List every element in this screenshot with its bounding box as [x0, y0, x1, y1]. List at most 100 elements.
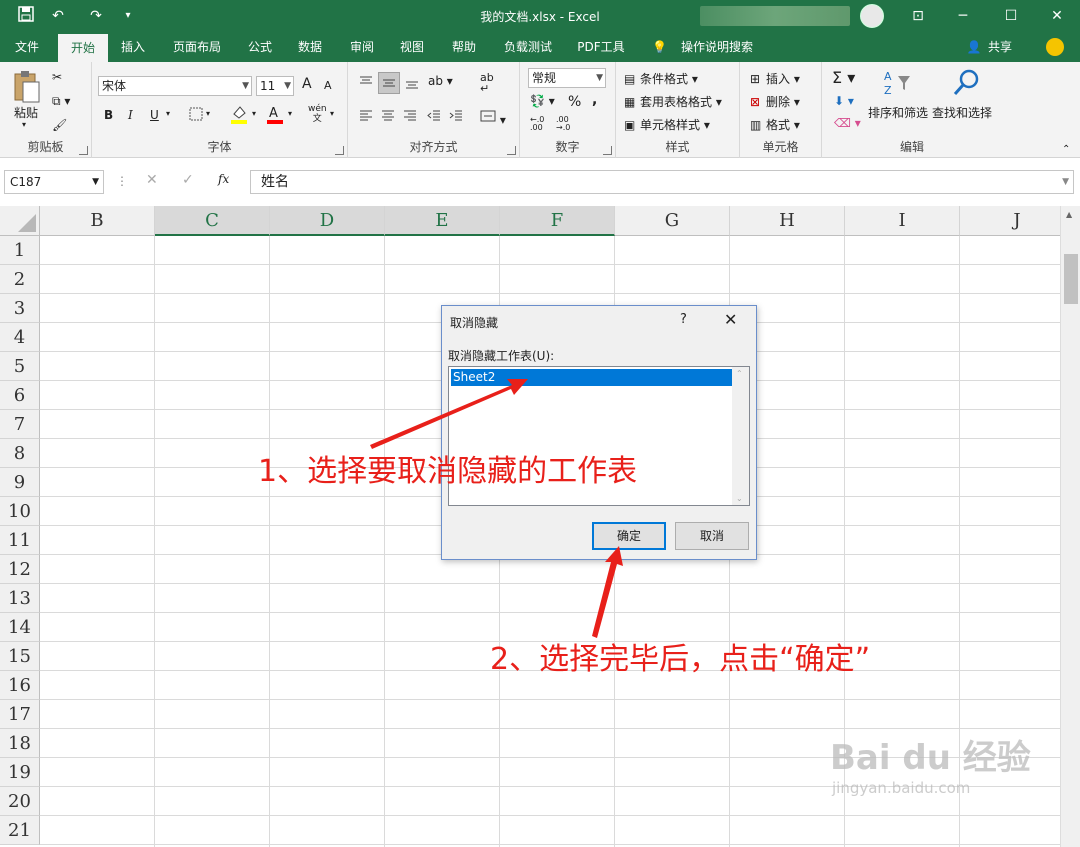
paste-button[interactable]: 粘贴	[14, 104, 38, 121]
tab-pdf-tools[interactable]: PDF工具	[570, 32, 632, 62]
wrap-text-icon[interactable]: ab ↵	[480, 72, 494, 94]
scroll-up-icon[interactable]: ▲	[1066, 210, 1072, 219]
merge-center-icon[interactable]: ▾	[480, 108, 506, 127]
cancel-button[interactable]: 取消	[675, 522, 749, 550]
find-select-icon[interactable]	[952, 68, 982, 101]
row-header-14[interactable]: 14	[0, 613, 40, 642]
minimize-button[interactable]: ─	[940, 4, 986, 28]
column-header-i[interactable]: I	[845, 206, 960, 236]
list-item[interactable]: Sheet2	[450, 368, 734, 387]
format-painter-icon[interactable]: 🖌	[52, 118, 67, 132]
font-size-select[interactable]: 11 ▼	[256, 76, 294, 96]
row-header-6[interactable]: 6	[0, 381, 40, 410]
align-top-icon[interactable]	[358, 74, 374, 93]
number-launcher-icon[interactable]	[603, 146, 612, 155]
find-select-button[interactable]: 查找和选择	[932, 104, 992, 121]
sort-filter-icon[interactable]: AZ	[882, 68, 912, 101]
share-button[interactable]: 共享	[984, 32, 1016, 62]
row-header-3[interactable]: 3	[0, 294, 40, 323]
tab-formulas[interactable]: 公式	[238, 32, 282, 62]
row-header-18[interactable]: 18	[0, 729, 40, 758]
decrease-font-button[interactable]: A	[324, 79, 332, 92]
align-bottom-icon[interactable]	[404, 74, 420, 93]
decrease-decimal-icon[interactable]: .00 →.0	[556, 116, 570, 132]
bold-button[interactable]: B	[104, 108, 113, 122]
scrollbar-thumb[interactable]	[1064, 254, 1078, 304]
tell-me-search[interactable]: 操作说明搜索	[672, 32, 762, 62]
border-icon[interactable]	[188, 106, 204, 125]
chevron-down-icon[interactable]: ⌄	[736, 494, 743, 503]
insert-function-button[interactable]: fx	[218, 172, 229, 186]
save-icon[interactable]	[14, 6, 38, 26]
percent-button[interactable]: %	[568, 94, 581, 110]
underline-dropdown-icon[interactable]: ▾	[166, 109, 170, 118]
clipboard-launcher-icon[interactable]	[79, 146, 88, 155]
insert-button[interactable]: ⊞ 插入 ▾	[750, 70, 800, 88]
tab-home[interactable]: 开始	[58, 32, 108, 62]
column-header-d[interactable]: D	[270, 206, 385, 236]
name-box[interactable]: C187 ▼	[4, 170, 104, 194]
close-window-button[interactable]: ✕	[1034, 4, 1080, 28]
vertical-scrollbar[interactable]: ▲	[1060, 206, 1080, 847]
font-name-select[interactable]: 宋体 ▼	[98, 76, 252, 96]
tab-review[interactable]: 审阅	[340, 32, 384, 62]
column-header-f[interactable]: F	[500, 206, 615, 236]
tab-page-layout[interactable]: 页面布局	[164, 32, 230, 62]
listbox-scrollbar[interactable]: ⌃ ⌄	[732, 367, 749, 505]
increase-decimal-icon[interactable]: ←.0.00	[530, 116, 544, 132]
tab-view[interactable]: 视图	[390, 32, 434, 62]
ribbon-display-icon[interactable]: ⊡	[895, 4, 941, 28]
delete-button[interactable]: ⊠ 删除 ▾	[750, 93, 800, 111]
row-header-7[interactable]: 7	[0, 410, 40, 439]
conditional-format-button[interactable]: ▤ 条件格式 ▾	[624, 70, 698, 88]
row-header-2[interactable]: 2	[0, 265, 40, 294]
column-header-c[interactable]: C	[155, 206, 270, 236]
paste-icon[interactable]	[12, 70, 42, 103]
tab-load-test[interactable]: 负载测试	[496, 32, 560, 62]
tab-insert[interactable]: 插入	[110, 32, 156, 62]
align-left-icon[interactable]	[358, 108, 374, 127]
clear-icon[interactable]: ⌫ ▾	[834, 116, 861, 130]
alignment-launcher-icon[interactable]	[507, 146, 516, 155]
format-as-table-button[interactable]: ▦ 套用表格格式 ▾	[624, 93, 722, 111]
font-color-icon[interactable]: A	[266, 104, 284, 127]
confirm-entry-icon[interactable]: ✓	[182, 172, 194, 188]
collapse-ribbon-icon[interactable]: ⌃	[1062, 144, 1070, 155]
tab-help[interactable]: 帮助	[442, 32, 486, 62]
fill-color-icon[interactable]	[230, 104, 248, 127]
paste-dropdown-icon[interactable]: ▾	[22, 120, 26, 129]
tab-data[interactable]: 数据	[288, 32, 332, 62]
maximize-button[interactable]: ☐	[988, 4, 1034, 28]
chevron-up-icon[interactable]: ⌃	[736, 369, 743, 378]
row-header-8[interactable]: 8	[0, 439, 40, 468]
column-header-b[interactable]: B	[40, 206, 155, 236]
align-right-icon[interactable]	[402, 108, 418, 127]
row-header-4[interactable]: 4	[0, 323, 40, 352]
currency-icon[interactable]: 💱 ▾	[530, 94, 555, 108]
expand-formula-icon[interactable]: ▼	[1062, 171, 1069, 193]
select-all-corner[interactable]	[0, 206, 40, 236]
cancel-entry-icon[interactable]: ✕	[146, 172, 158, 188]
column-header-h[interactable]: H	[730, 206, 845, 236]
row-header-13[interactable]: 13	[0, 584, 40, 613]
row-header-20[interactable]: 20	[0, 787, 40, 816]
column-header-g[interactable]: G	[615, 206, 730, 236]
smiley-feedback-icon[interactable]	[1046, 38, 1064, 56]
italic-button[interactable]: I	[128, 108, 133, 122]
decrease-indent-icon[interactable]	[426, 108, 442, 127]
row-header-9[interactable]: 9	[0, 468, 40, 497]
row-header-11[interactable]: 11	[0, 526, 40, 555]
row-header-10[interactable]: 10	[0, 497, 40, 526]
row-header-21[interactable]: 21	[0, 816, 40, 845]
avatar[interactable]	[860, 4, 884, 28]
redo-icon[interactable]: ↷	[84, 6, 108, 26]
number-format-select[interactable]: 常规 ▼	[528, 68, 606, 88]
sort-filter-button[interactable]: 排序和筛选	[868, 104, 928, 121]
row-header-12[interactable]: 12	[0, 555, 40, 584]
dialog-close-button[interactable]: ✕	[724, 310, 737, 329]
cut-icon[interactable]: ✂	[52, 70, 62, 84]
ok-button[interactable]: 确定	[592, 522, 666, 550]
column-header-j[interactable]: J	[960, 206, 1060, 236]
underline-button[interactable]: U	[150, 108, 159, 122]
increase-indent-icon[interactable]	[448, 108, 464, 127]
